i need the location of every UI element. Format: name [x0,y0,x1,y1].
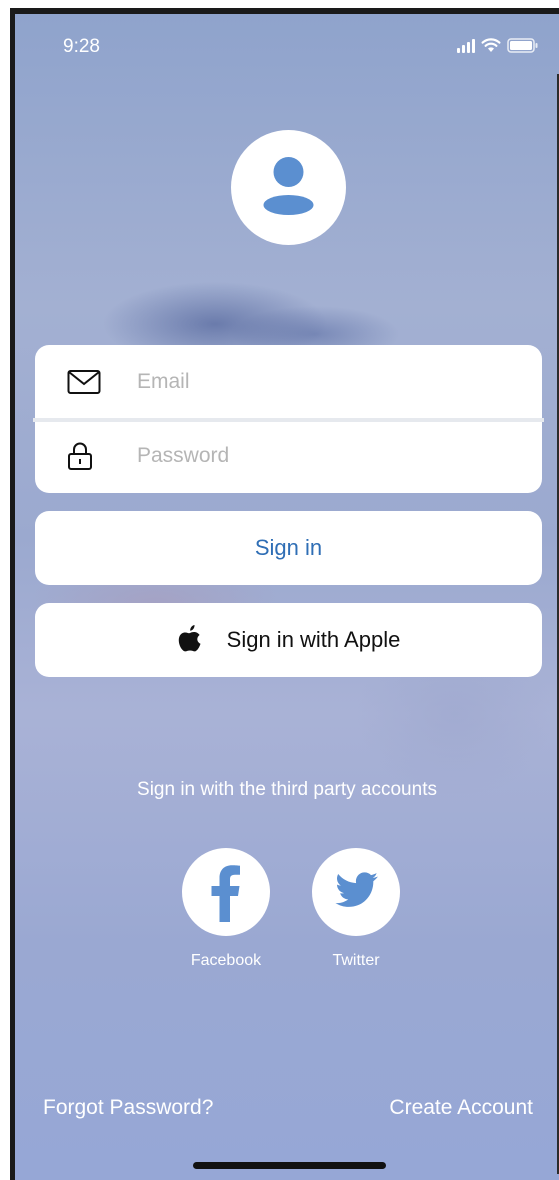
twitter-label: Twitter [332,952,380,969]
email-row [35,345,542,419]
email-field[interactable] [137,365,522,399]
facebook-logo-icon [211,865,240,922]
lock-icon [68,442,92,470]
status-icons [457,38,539,53]
twitter-button[interactable] [312,848,400,936]
credentials-card [33,345,544,493]
user-avatar-icon [263,157,314,215]
sign-in-button[interactable]: Sign in [35,511,542,585]
wifi-icon [481,38,501,52]
facebook-button[interactable] [182,848,270,936]
third-party-label: Sign in with the third party accounts [137,779,437,800]
cellular-signal-icon [457,38,475,53]
facebook-label: Facebook [190,952,262,969]
password-row [35,419,542,493]
avatar [231,130,346,245]
sign-in-label: Sign in [254,535,323,560]
forgot-password-link[interactable]: Forgot Password? [43,1096,213,1120]
twitter-bird-icon [335,872,378,907]
sign-in-with-apple-button[interactable]: Sign in with Apple [35,603,542,677]
login-screen: 9:28 Email Sign in Sign in with Apple Si… [15,14,559,1180]
sign-in-with-apple-label: Sign in with Apple [226,627,401,652]
envelope-icon [67,370,101,394]
battery-icon [507,38,538,53]
status-time: 9:28 [63,36,100,57]
home-indicator[interactable] [193,1162,386,1169]
apple-logo-icon [178,625,201,652]
password-field[interactable] [137,439,522,473]
create-account-link[interactable]: Create Account [389,1096,533,1120]
